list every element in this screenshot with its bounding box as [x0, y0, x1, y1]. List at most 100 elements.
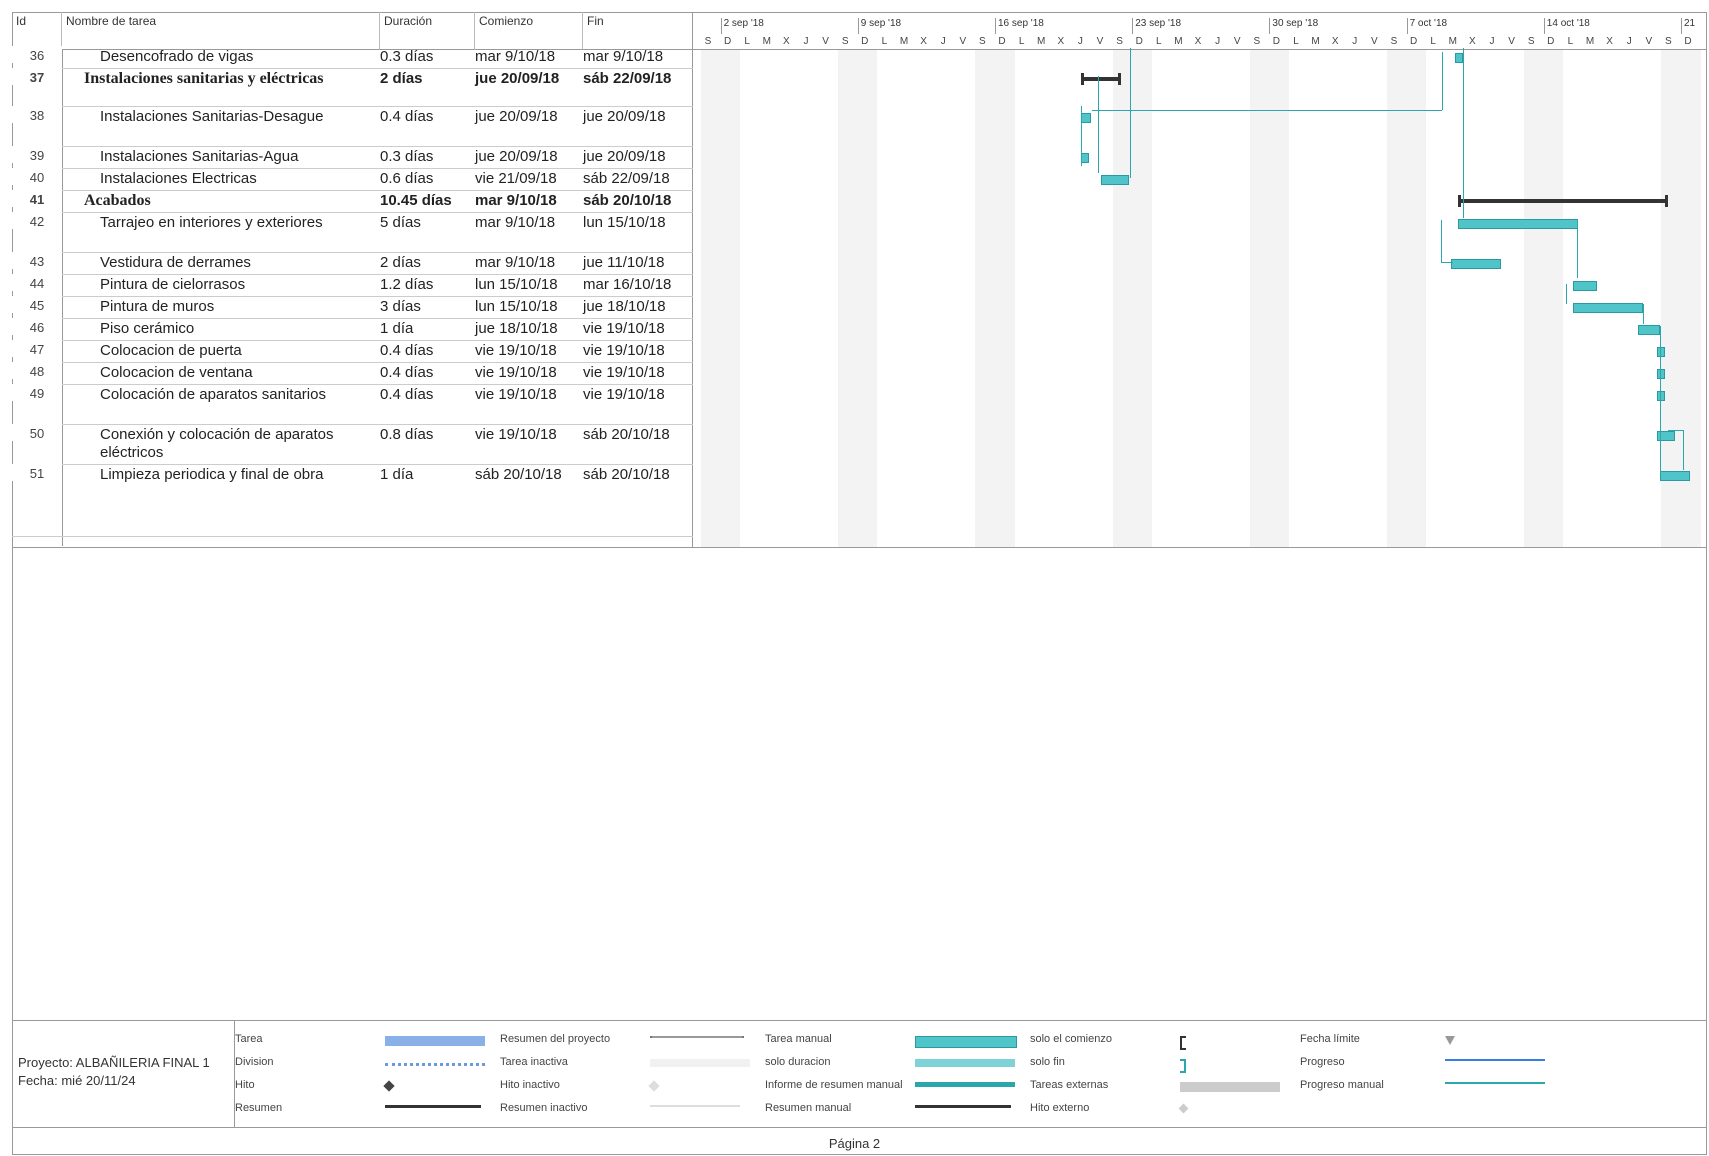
cell-duration: 0.3 días: [380, 148, 434, 165]
legend-label: Resumen: [235, 1102, 283, 1114]
table-row[interactable]: 49 Colocación de aparatos sanitarios 0.4 d…: [12, 384, 693, 424]
task-bar-46[interactable]: [1638, 325, 1660, 335]
header-task-name[interactable]: Nombre de tarea: [62, 12, 380, 50]
cell-finish: sáb 22/09/18: [583, 170, 670, 187]
header-id[interactable]: Id: [12, 12, 62, 50]
start-only-swatch: [1180, 1036, 1186, 1050]
cell-id: 48: [12, 362, 62, 379]
cell-finish: sáb 22/09/18: [583, 70, 672, 87]
cell-start: mar 9/10/18: [475, 192, 557, 209]
cell-name: Acabados: [84, 192, 151, 209]
day-label: S: [841, 36, 849, 47]
cell-name: Conexión y colocación de aparatos: [100, 426, 334, 443]
dependency-link: [1463, 48, 1464, 218]
day-label: V: [1508, 36, 1515, 47]
header-finish[interactable]: Fin: [583, 12, 693, 50]
cell-name: Tarrajeo en interiores y exteriores: [100, 214, 323, 231]
inactive-milestone-swatch: [648, 1080, 660, 1092]
task-bar-42[interactable]: [1458, 219, 1578, 229]
day-label: M: [1585, 36, 1595, 47]
manual-summary-rollup-swatch: [915, 1082, 1015, 1087]
cell-duration: 2 días: [380, 254, 421, 271]
day-label: S: [1665, 36, 1672, 47]
table-row[interactable]: 39 Instalaciones Sanitarias-Agua 0.3 días j…: [12, 146, 693, 168]
weekend-shading: [701, 50, 741, 547]
task-bar-43[interactable]: [1451, 259, 1501, 269]
legend-label: Informe de resumen manual: [765, 1079, 903, 1091]
page-number: Página 2: [828, 1136, 881, 1151]
task-bar-47[interactable]: [1657, 347, 1665, 357]
weekend-shading: [838, 50, 878, 547]
summary-bar-37[interactable]: [1081, 73, 1121, 85]
day-label: M: [899, 36, 909, 47]
table-row[interactable]: 40 Instalaciones Electricas 0.6 días vie 21…: [12, 168, 693, 190]
day-label: J: [1352, 36, 1358, 47]
cell-start: mar 9/10/18: [475, 254, 556, 271]
day-label: S: [979, 36, 986, 47]
cell-finish: vie 19/10/18: [583, 320, 665, 337]
day-label: D: [998, 36, 1006, 47]
cell-start: vie 19/10/18: [475, 426, 557, 443]
table-row[interactable]: 37 Instalaciones sanitarias y eléctricas 2…: [12, 68, 693, 106]
cell-name: Piso cerámico: [100, 320, 195, 337]
table-row[interactable]: 42 Tarrajeo en interiores y exteriores 5 d…: [12, 212, 693, 252]
dependency-link: [1081, 106, 1082, 166]
cell-duration: 0.4 días: [380, 386, 434, 403]
cell-duration: 0.6 días: [380, 170, 434, 187]
table-row[interactable]: 47 Colocacion de puerta 0.4 días vie 19/10/…: [12, 340, 693, 362]
task-bar-38[interactable]: [1081, 113, 1091, 123]
day-label: M: [1174, 36, 1183, 47]
dependency-link: [1660, 326, 1661, 476]
day-label: V: [1096, 36, 1104, 47]
cell-id: 42: [12, 212, 62, 229]
cell-name: Colocación de aparatos sanitarios: [100, 386, 326, 403]
task-bar-49[interactable]: [1657, 391, 1665, 401]
table-row[interactable]: 44 Pintura de cielorrasos 1.2 días lun 15/1…: [12, 274, 693, 296]
legend-label: Progreso manual: [1300, 1079, 1384, 1091]
cell-duration: 3 días: [380, 298, 421, 315]
summary-bar-41[interactable]: [1458, 195, 1668, 207]
day-label: X: [1057, 36, 1065, 47]
header-duration[interactable]: Duración: [380, 12, 475, 50]
task-bar-51[interactable]: [1660, 471, 1690, 481]
table-row[interactable]: 41 Acabados 10.45 días mar 9/10/18 sáb 20/10…: [12, 190, 693, 212]
table-row[interactable]: 36 Desencofrado de vigas 0.3 días mar 9/10/…: [12, 46, 693, 68]
table-row[interactable]: 38 Instalaciones Sanitarias-Desague 0.4 dí…: [12, 106, 693, 146]
cell-start: vie 19/10/18: [475, 386, 557, 403]
day-label: J: [1215, 36, 1221, 47]
task-bar-40[interactable]: [1101, 175, 1129, 185]
task-bar-39[interactable]: [1081, 153, 1089, 163]
task-bar-45[interactable]: [1573, 303, 1643, 313]
day-label: V: [822, 36, 829, 47]
table-row[interactable]: 51 Limpieza periodica y final de obra 1 dí…: [12, 464, 693, 536]
legend-label: Hito externo: [1030, 1102, 1090, 1114]
day-label: M: [1448, 36, 1457, 47]
table-row[interactable]: 45 Pintura de muros 3 días lun 15/10/18 jue …: [12, 296, 693, 318]
day-label: D: [1684, 36, 1692, 47]
table-row[interactable]: 43 Vestidura de derrames 2 días mar 9/10/18…: [12, 252, 693, 274]
task-bar-44[interactable]: [1573, 281, 1597, 291]
external-milestone-swatch: [1178, 1103, 1189, 1114]
legend-label: Tarea: [235, 1033, 263, 1045]
cell-name: Pintura de muros: [100, 298, 215, 315]
split-swatch: [385, 1063, 485, 1066]
finish-only-swatch: [1180, 1059, 1186, 1073]
summary-swatch: [385, 1105, 481, 1108]
weekend-shading: [1112, 50, 1152, 547]
task-bar-36[interactable]: [1455, 53, 1463, 63]
header-start[interactable]: Comienzo: [475, 12, 583, 50]
task-bar-48[interactable]: [1657, 369, 1665, 379]
legend-label: Resumen inactivo: [500, 1102, 588, 1114]
task-table: Id Nombre de tarea Duración Comienzo Fin…: [12, 12, 693, 548]
legend-label: Tareas externas: [1030, 1079, 1109, 1091]
legend-label: Fecha límite: [1300, 1033, 1360, 1045]
cell-id: 43: [12, 252, 62, 269]
table-row[interactable]: 48 Colocacion de ventana 0.4 días vie 19/10…: [12, 362, 693, 384]
cell-finish: sáb 20/10/18: [583, 426, 670, 443]
table-row[interactable]: 50 Conexión y colocación de aparatos 0.8 d…: [12, 424, 693, 464]
dependency-link: [1643, 304, 1644, 324]
week-label: 16 sep '18: [995, 18, 1044, 34]
table-row[interactable]: 46 Piso cerámico 1 día jue 18/10/18 vie 19/1…: [12, 318, 693, 340]
cell-name: Colocacion de ventana: [100, 364, 253, 381]
cell-start: jue 20/09/18: [475, 148, 558, 165]
